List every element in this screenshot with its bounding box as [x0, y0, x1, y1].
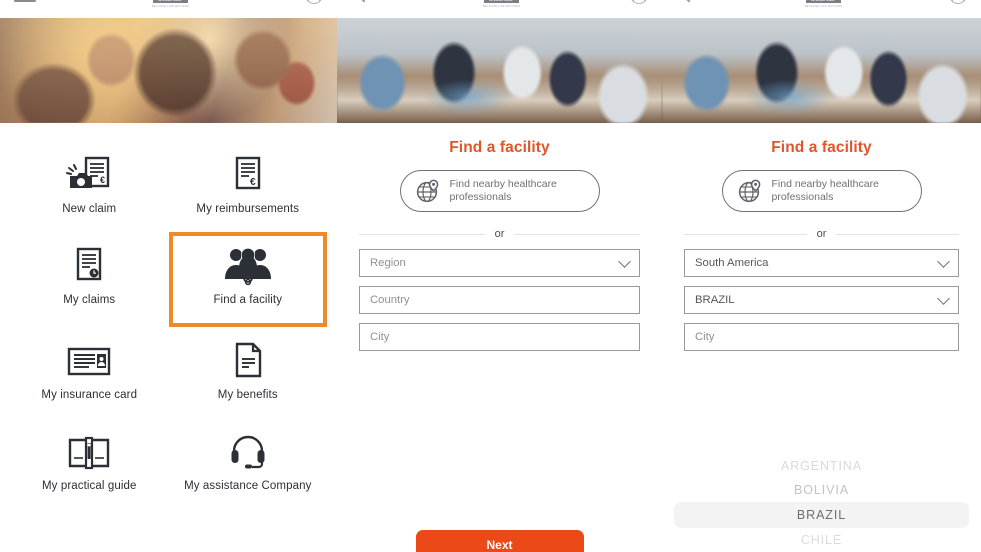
msh-logo-subtext: INTERNATIONAL: [811, 0, 835, 2]
globe-pin-icon: [415, 178, 441, 204]
divider-label: or: [816, 228, 827, 240]
hero-banner-clinic: [337, 18, 662, 123]
home-tile-grid: € New claim € My reimbursements My claim…: [0, 123, 337, 509]
document-euro-icon: €: [231, 153, 265, 197]
page-title: Find a facility: [449, 139, 550, 156]
svg-text:€: €: [250, 177, 256, 188]
tile-label: My practical guide: [42, 480, 137, 492]
picker-option[interactable]: CHILE: [674, 528, 969, 552]
tile-find-a-facility[interactable]: Find a facility: [168, 232, 327, 327]
hamburger-menu-icon[interactable]: [14, 0, 36, 2]
headset-icon: [229, 430, 267, 474]
msh-logo: MSH INTERNATIONAL BECAUSE LIFE MATTERS: [152, 0, 190, 8]
chevron-down-icon[interactable]: [937, 255, 950, 268]
msh-logo-subtext: INTERNATIONAL: [489, 0, 513, 2]
tile-label: New claim: [62, 203, 117, 215]
tile-label: My assistance Company: [184, 480, 312, 492]
picker-option[interactable]: ARGENTINA: [674, 454, 969, 478]
next-button[interactable]: Next: [415, 530, 584, 552]
app-bar-find-facility: MSH INTERNATIONAL BECAUSE LIFE MATTERS: [337, 0, 662, 18]
globe-pin-icon: [737, 178, 763, 204]
country-value: Country: [370, 294, 410, 306]
account-circle-icon[interactable]: [948, 0, 967, 4]
tile-label: My insurance card: [41, 389, 138, 401]
country-value: BRAZIL: [695, 294, 735, 306]
country-picker-wheel[interactable]: ARGENTINA BOLIVIA BRAZIL CHILE: [662, 454, 981, 552]
doctors-stethoscope-icon: [221, 244, 275, 288]
panel-home: MSH INTERNATIONAL BECAUSE LIFE MATTERS: [0, 0, 337, 552]
region-select[interactable]: South America: [684, 249, 959, 277]
divider-line-left: [359, 233, 485, 235]
panel-find-facility-empty: MSH INTERNATIONAL BECAUSE LIFE MATTERS F…: [337, 0, 662, 552]
account-circle-icon[interactable]: [304, 0, 323, 4]
tile-my-benefits[interactable]: My benefits: [168, 327, 327, 418]
tile-my-assistance-company[interactable]: My assistance Company: [168, 418, 327, 509]
country-select[interactable]: Country: [359, 286, 640, 314]
find-facility-form: Find a facility Find nearby healthcare p…: [337, 139, 662, 351]
msh-logo-tagline: BECAUSE LIFE MATTERS: [482, 5, 521, 9]
camera-document-euro-icon: €: [66, 153, 112, 197]
msh-logo: MSH INTERNATIONAL BECAUSE LIFE MATTERS: [805, 0, 843, 8]
tile-my-insurance-card[interactable]: My insurance card: [10, 327, 169, 418]
tile-new-claim[interactable]: € New claim: [10, 141, 169, 232]
tile-label: My claims: [63, 294, 116, 306]
chevron-down-icon[interactable]: [937, 292, 950, 305]
city-input[interactable]: City: [684, 323, 959, 351]
find-nearby-button[interactable]: Find nearby healthcare professionals: [721, 170, 922, 212]
back-chevron-icon[interactable]: [351, 0, 373, 6]
find-nearby-label: Find nearby healthcare professionals: [449, 178, 557, 203]
city-input[interactable]: City: [359, 323, 640, 351]
city-value: City: [370, 331, 390, 343]
hero-banner-family: [0, 18, 337, 123]
app-bar-home: MSH INTERNATIONAL BECAUSE LIFE MATTERS: [0, 0, 337, 18]
divider-line-right: [836, 233, 959, 235]
divider-line-left: [684, 233, 807, 235]
page-title: Find a facility: [771, 139, 872, 156]
msh-logo: MSH INTERNATIONAL BECAUSE LIFE MATTERS: [483, 0, 521, 8]
find-facility-form-filled: Find a facility Find nearby healthcare p…: [662, 139, 981, 351]
divider-label: or: [494, 228, 505, 240]
chevron-down-icon[interactable]: [618, 255, 631, 268]
back-chevron-icon[interactable]: [676, 0, 698, 6]
or-divider: or: [684, 228, 959, 240]
region-value: Region: [370, 257, 406, 269]
hero-banner-clinic: [662, 18, 981, 123]
msh-logo-subtext: INTERNATIONAL: [158, 0, 182, 2]
svg-text:€: €: [100, 175, 105, 185]
region-select[interactable]: Region: [359, 249, 640, 277]
tile-label: My reimbursements: [196, 203, 300, 215]
document-clock-icon: [72, 244, 106, 288]
divider-line-right: [514, 233, 640, 235]
msh-logo-tagline: BECAUSE LIFE MATTERS: [804, 5, 843, 9]
tile-label: My benefits: [217, 389, 278, 401]
city-value: City: [695, 331, 715, 343]
msh-logo-tagline: BECAUSE LIFE MATTERS: [151, 5, 190, 9]
insurance-card-icon: [67, 339, 111, 383]
picker-option[interactable]: BOLIVIA: [674, 478, 969, 502]
open-book-info-icon: [67, 430, 111, 474]
panel-find-facility-filled: MSH INTERNATIONAL BECAUSE LIFE MATTERS F…: [662, 0, 981, 552]
account-circle-icon[interactable]: [629, 0, 648, 4]
screenshot-stage: MSH INTERNATIONAL BECAUSE LIFE MATTERS: [0, 0, 981, 552]
picker-option-selected[interactable]: BRAZIL: [674, 502, 969, 528]
region-value: South America: [695, 257, 769, 269]
tile-my-practical-guide[interactable]: My practical guide: [10, 418, 169, 509]
tile-label: Find a facility: [213, 294, 283, 306]
tile-my-claims[interactable]: My claims: [10, 232, 169, 323]
document-page-icon: [232, 339, 264, 383]
or-divider: or: [359, 228, 640, 240]
next-button-label: Next: [486, 538, 513, 552]
find-nearby-button[interactable]: Find nearby healthcare professionals: [399, 170, 600, 212]
country-select[interactable]: BRAZIL: [684, 286, 959, 314]
app-bar-find-facility-filled: MSH INTERNATIONAL BECAUSE LIFE MATTERS: [662, 0, 981, 18]
find-nearby-label: Find nearby healthcare professionals: [771, 178, 879, 203]
tile-my-reimbursements[interactable]: € My reimbursements: [168, 141, 327, 232]
